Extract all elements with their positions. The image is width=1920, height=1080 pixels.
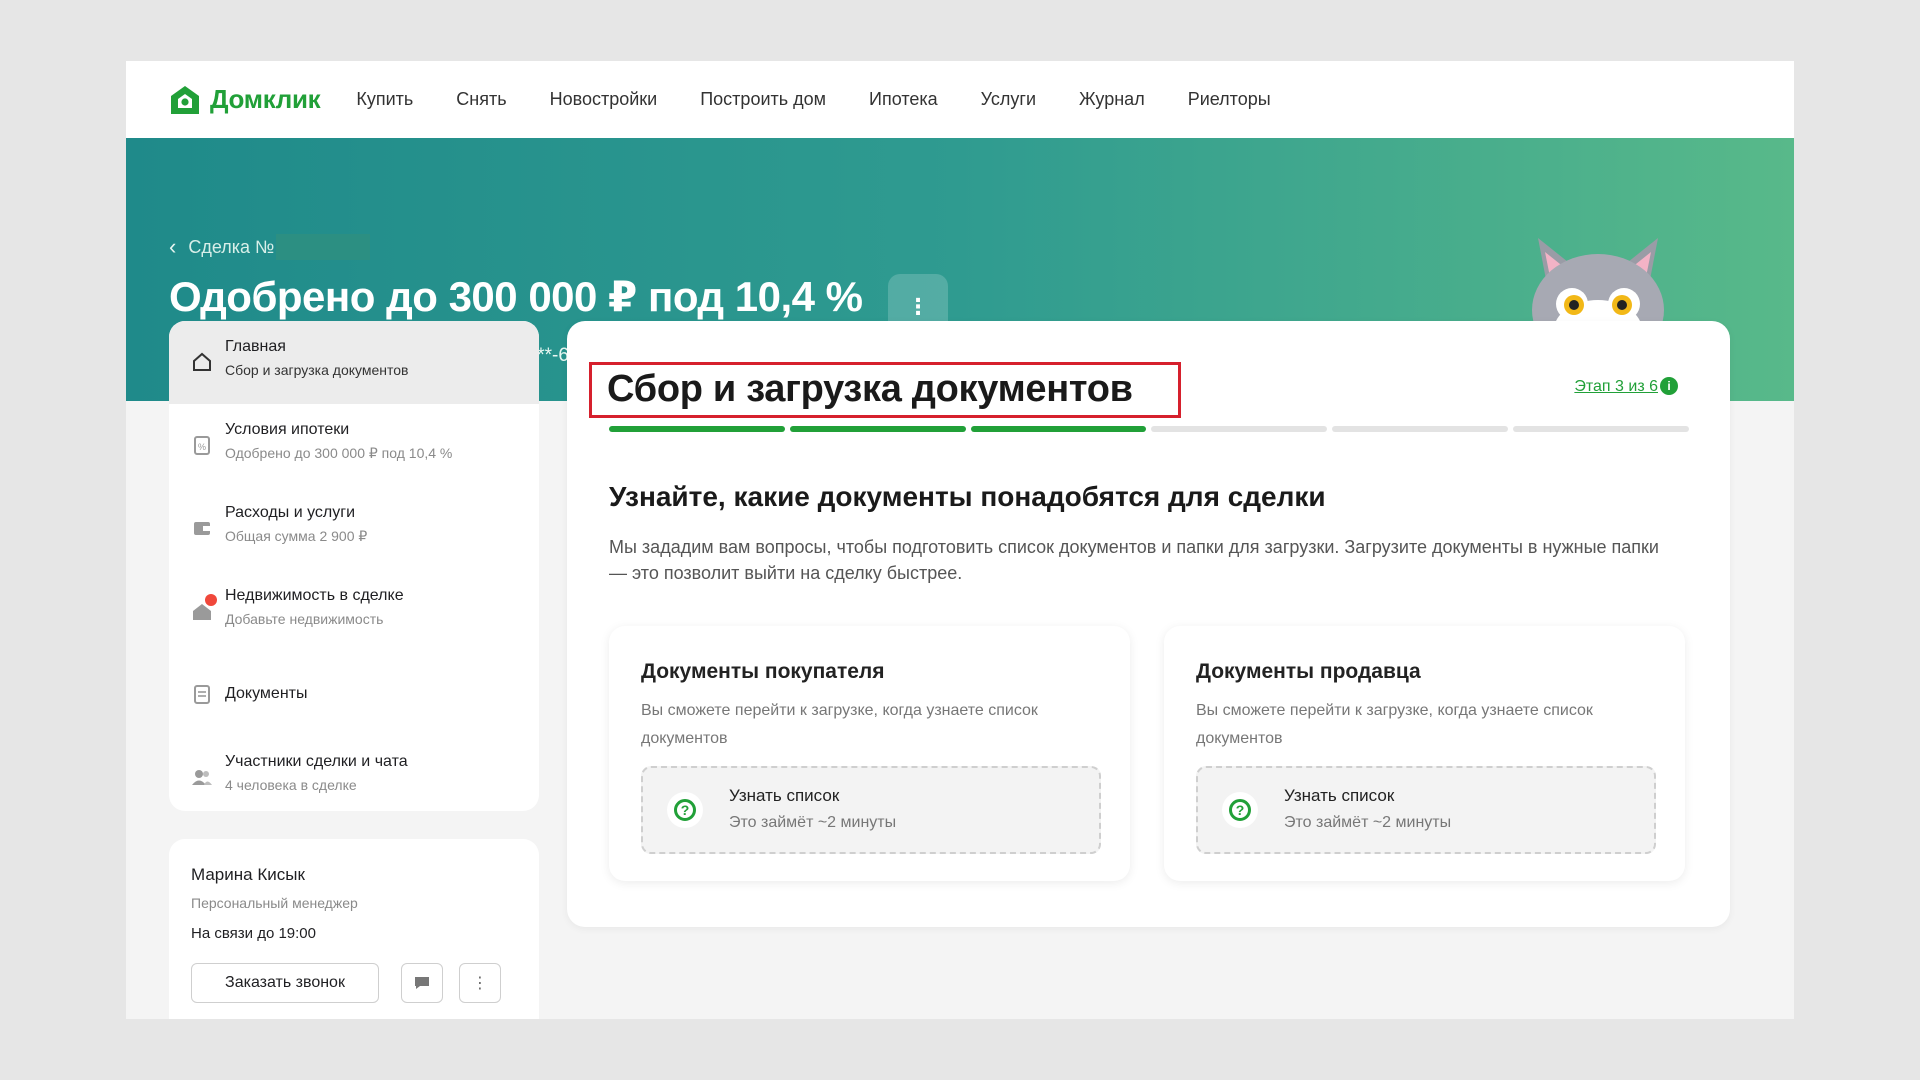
home-icon [193,352,211,371]
nav-item-rent[interactable]: Снять [456,89,506,110]
percent-doc-icon: % [194,436,210,455]
sidebar-item-title: Главная [225,338,286,355]
logo-text: Домклик [210,84,321,114]
people-icon [192,770,212,785]
manager-more-button[interactable]: ⋮ [459,963,501,1003]
manager-card: Марина Кисык Персональный менеджер На св… [169,839,539,1019]
card-title: Документы покупателя [641,660,885,683]
sidebar-item-documents[interactable]: Документы [169,653,539,736]
chat-button[interactable] [401,963,443,1003]
nav-item-journal[interactable]: Журнал [1079,89,1145,110]
deal-number-redaction [276,234,371,260]
card-text: Вы сможете перейти к загрузке, когда узн… [641,702,1038,747]
learn-list-duration: Это займёт ~2 минуты [1284,814,1452,831]
progress-segment [970,426,1147,432]
nav-item-buy[interactable]: Купить [356,89,413,110]
stage-progress [609,426,1689,432]
domclick-logo-icon [171,85,199,114]
approval-title: Одобрено до 300 000 ₽ под 10,4 % [169,273,863,320]
sidebar-item-subtitle: Общая сумма 2 900 ₽ [225,528,368,544]
progress-segment [609,426,785,432]
card-title: Документы продавца [1196,660,1421,683]
intro-heading: Узнайте, какие документы понадобятся для… [609,481,1326,512]
manager-hours: На связи до 19:00 [191,925,316,942]
request-call-button[interactable]: Заказать звонок [191,963,379,1003]
progress-segment [1151,426,1328,432]
sidebar-item-expenses[interactable]: Расходы и услуги Общая сумма 2 900 ₽ [169,487,539,570]
notification-dot [205,594,217,606]
kebab-icon: ⋮ [907,294,929,319]
breadcrumb-label: Сделка № [188,236,275,257]
sidebar-item-subtitle: Добавьте недвижимость [225,611,384,627]
stage-title: Сбор и загрузка документов [607,368,1133,410]
sidebar-item-mortgage-terms[interactable]: % Условия ипотеки Одобрено до 300 000 ₽ … [169,404,539,487]
sidebar-item-participants[interactable]: Участники сделки и чата 4 человека в сде… [169,736,539,811]
app-frame: Домклик Купить Снять Новостройки Построи… [126,61,1794,1019]
intro-text: Мы зададим вам вопросы, чтобы подготовит… [609,537,1659,583]
question-icon: ? [1222,792,1258,828]
info-icon[interactable]: i [1660,377,1678,395]
sidebar-item-title: Условия ипотеки [225,421,350,438]
buyer-documents-card: Документы покупателя Вы сможете перейти … [609,626,1130,881]
breadcrumb[interactable]: ‹ Сделка № [169,234,371,260]
sidebar-item-subtitle: 4 человека в сделке [225,777,357,793]
progress-segment [1513,426,1689,432]
sidebar-item-title: Недвижимость в сделке [225,587,404,604]
learn-list-duration: Это займёт ~2 минуты [729,814,897,831]
learn-list-button[interactable]: ? Узнать список Это займёт ~2 минуты [641,766,1101,854]
sidebar-item-property[interactable]: Недвижимость в сделке Добавьте недвижимо… [169,570,539,653]
seller-documents-card: Документы продавца Вы сможете перейти к … [1164,626,1685,881]
nav-item-build-house[interactable]: Построить дом [700,89,826,110]
nav-item-services[interactable]: Услуги [981,89,1036,110]
logo[interactable]: Домклик [168,83,321,117]
progress-segment [1332,426,1509,432]
wallet-icon [194,522,210,535]
deal-sidebar: Главная Сбор и загрузка документов % Усл… [169,321,539,811]
card-text: Вы сможете перейти к загрузке, когда узн… [1196,702,1593,747]
sidebar-item-subtitle: Сбор и загрузка документов [225,362,409,378]
document-icon [194,685,210,704]
sidebar-item-title: Расходы и услуги [225,504,355,521]
nav-item-mortgage[interactable]: Ипотека [869,89,938,110]
top-navigation: Домклик Купить Снять Новостройки Построи… [126,61,1794,138]
house-icon-wrap [191,594,217,622]
learn-list-button[interactable]: ? Узнать список Это займёт ~2 минуты [1196,766,1656,854]
progress-segment [789,426,966,432]
learn-list-title: Узнать список [729,786,840,805]
sidebar-item-subtitle: Одобрено до 300 000 ₽ под 10,4 % [225,445,453,461]
chevron-left-icon: ‹ [169,234,177,259]
chat-icon [415,977,429,989]
nav-item-realtors[interactable]: Риелторы [1188,89,1271,110]
sidebar-item-home[interactable]: Главная Сбор и загрузка документов [169,321,539,404]
manager-role: Персональный менеджер [191,895,358,911]
kebab-icon: ⋮ [472,975,488,992]
stage-card: Сбор и загрузка документов Этап 3 из 6 i… [567,321,1730,927]
stage-counter-link[interactable]: Этап 3 из 6 [1574,378,1658,396]
manager-name: Марина Кисык [191,865,305,884]
svg-text:%: % [198,442,206,452]
question-icon: ? [667,792,703,828]
sidebar-item-title: Документы [225,685,308,702]
nav-item-new-buildings[interactable]: Новостройки [550,89,658,110]
sidebar-item-title: Участники сделки и чата [225,753,408,770]
learn-list-title: Узнать список [1284,786,1395,805]
